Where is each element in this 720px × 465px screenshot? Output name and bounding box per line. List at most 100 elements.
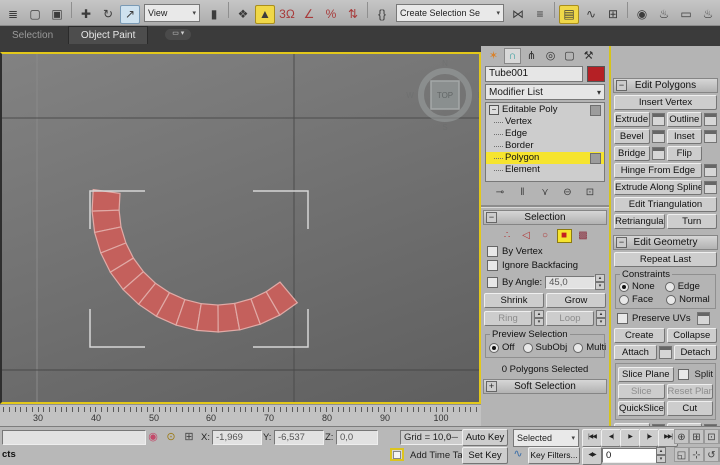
slice-plane-button[interactable]: Slice Plane	[618, 367, 674, 382]
select-and-manipulate-icon[interactable]: ❖	[233, 5, 253, 24]
rendered-frame-window-icon[interactable]: ▭	[676, 5, 696, 24]
key-mode-toggle-button[interactable]: ◀▶	[582, 447, 602, 465]
spinner-snap-icon[interactable]: ⇅	[343, 5, 363, 24]
tab-display[interactable]: ▢	[561, 48, 578, 64]
curve-editor-icon[interactable]: ∿	[581, 5, 601, 24]
hinge-from-edge-button[interactable]: Hinge From Edge	[614, 163, 702, 178]
absolute-offset-toggle-icon[interactable]: ⊞	[181, 430, 197, 445]
ribbon-config-dropdown[interactable]: ▭ ▾	[165, 29, 191, 40]
select-and-move-icon[interactable]: ✚	[76, 5, 96, 24]
inset-button[interactable]: Inset	[667, 129, 703, 144]
edit-geometry-rollout-header[interactable]: − Edit Geometry	[613, 235, 718, 250]
quickslice-button[interactable]: QuickSlice	[618, 401, 665, 416]
y-coordinate-field[interactable]: -6,537	[274, 430, 324, 445]
collapse-icon[interactable]: −	[489, 105, 499, 115]
shrink-button[interactable]: Shrink	[484, 293, 544, 308]
repeat-last-button[interactable]: Repeat Last	[614, 252, 717, 267]
named-selection-set-dropdown[interactable]: Create Selection Se ▾	[396, 4, 504, 22]
selection-rollout-header[interactable]: − Selection	[483, 210, 607, 225]
object-color-swatch[interactable]	[587, 66, 605, 82]
render-setup-icon[interactable]: ♨	[654, 5, 674, 24]
modifier-list-dropdown[interactable]: Modifier List ▾	[485, 84, 605, 100]
detach-button[interactable]: Detach	[674, 345, 717, 360]
orbit-button[interactable]: ↺	[704, 447, 719, 462]
go-to-start-button[interactable]: |◀◀	[582, 429, 602, 447]
select-and-scale-icon[interactable]: ↗	[120, 5, 140, 24]
play-button[interactable]: ▶	[620, 429, 640, 447]
object-name-field[interactable]: Tube001	[485, 66, 583, 82]
time-slider-ruler[interactable]: 30405060708090100	[0, 404, 481, 427]
stack-row-editable-poly[interactable]: − Editable Poly	[486, 104, 604, 116]
remove-modifier-icon[interactable]: ⊖	[560, 186, 576, 200]
stack-row-polygon[interactable]: Polygon	[486, 152, 604, 164]
cut-button[interactable]: Cut	[667, 401, 714, 416]
edit-polygons-rollout-header[interactable]: − Edit Polygons	[613, 78, 718, 93]
select-by-name-icon[interactable]: ≣	[3, 5, 23, 24]
zoom-button[interactable]: ⊕	[674, 429, 689, 444]
vertex-subobject-icon[interactable]: ∴	[500, 229, 515, 243]
constraint-edge-radio[interactable]	[665, 282, 675, 292]
tab-modify[interactable]: ∩	[504, 48, 521, 64]
bridge-button[interactable]: Bridge	[614, 146, 650, 161]
by-angle-spinner[interactable]: ▴▾	[595, 274, 605, 290]
frame-spinner[interactable]: ▴▾	[656, 447, 666, 463]
stack-row-vertex[interactable]: Vertex	[486, 116, 604, 128]
bevel-button[interactable]: Bevel	[614, 129, 650, 144]
use-pivot-point-icon[interactable]: ▮	[204, 5, 224, 24]
set-keys-icon[interactable]: ○─	[444, 430, 460, 445]
stack-row-border[interactable]: Border	[486, 140, 604, 152]
time-tag-icon[interactable]	[390, 448, 404, 461]
configure-modifier-sets-icon[interactable]: ⊡	[582, 186, 598, 200]
tab-motion[interactable]: ◎	[542, 48, 559, 64]
edit-triangulation-button[interactable]: Edit Triangulation	[614, 197, 717, 212]
bridge-settings-button[interactable]	[652, 147, 665, 160]
named-selection-sets-icon[interactable]: {}	[372, 5, 392, 24]
communication-pin-icon[interactable]: ◉	[145, 430, 161, 445]
snaps-toggle-icon[interactable]: 3Ω	[277, 5, 297, 24]
preserve-uvs-settings-button[interactable]	[697, 312, 710, 325]
keyboard-override-icon[interactable]: ▲	[255, 5, 275, 24]
previous-frame-button[interactable]: ◀|	[601, 429, 621, 447]
key-filter-set-dropdown[interactable]: Selected ▾	[513, 429, 579, 447]
collapse-button[interactable]: Collapse	[667, 328, 718, 343]
layer-manager-icon[interactable]: ▤	[559, 5, 579, 24]
attach-settings-button[interactable]	[659, 346, 672, 359]
loop-spinner[interactable]: ▴▾	[596, 310, 606, 326]
viewport-top[interactable]: TOPNESW	[0, 52, 481, 404]
window-crossing-icon[interactable]: ▣	[47, 5, 67, 24]
attach-button[interactable]: Attach	[614, 345, 657, 360]
tab-selection[interactable]: Selection	[0, 27, 65, 44]
tab-create[interactable]: ✶	[485, 48, 502, 64]
percent-snap-icon[interactable]: %	[321, 5, 341, 24]
z-coordinate-field[interactable]: 0,0	[336, 430, 378, 445]
current-frame-field[interactable]: 0	[602, 448, 660, 463]
pin-stack-icon[interactable]: ⊸	[492, 186, 508, 200]
mirror-icon[interactable]: ⋈	[508, 5, 528, 24]
selection-lock-icon[interactable]: ⊙	[163, 430, 179, 445]
element-subobject-icon[interactable]: ▩	[576, 229, 591, 243]
reference-coordinate-dropdown[interactable]: View ▾	[144, 4, 200, 22]
ignore-backfacing-checkbox[interactable]	[487, 260, 498, 271]
render-production-icon[interactable]: ♨	[698, 5, 718, 24]
next-frame-button[interactable]: |▶	[639, 429, 659, 447]
loop-button[interactable]: Loop	[546, 311, 594, 326]
select-and-rotate-icon[interactable]: ↻	[98, 5, 118, 24]
constraint-face-radio[interactable]	[619, 295, 629, 305]
reset-plane-button[interactable]: Reset Plane	[667, 384, 714, 399]
pan-button[interactable]: ⊹	[689, 447, 704, 462]
schematic-view-icon[interactable]: ⊞	[603, 5, 623, 24]
add-time-tag-label[interactable]: Add Time Tag	[410, 450, 468, 461]
by-angle-checkbox[interactable]	[487, 277, 498, 288]
extrude-along-spline-settings-button[interactable]	[704, 181, 717, 194]
slice-button[interactable]: Slice	[618, 384, 665, 399]
by-angle-field[interactable]: 45,0	[545, 276, 595, 289]
soft-selection-rollout-header[interactable]: + Soft Selection	[483, 379, 607, 394]
flip-button[interactable]: Flip	[667, 146, 703, 161]
x-coordinate-field[interactable]: -1,969	[212, 430, 262, 445]
auto-key-button[interactable]: Auto Key	[462, 429, 508, 446]
insert-vertex-button[interactable]: Insert Vertex	[614, 95, 717, 110]
material-editor-icon[interactable]: ◉	[632, 5, 652, 24]
extrude-button[interactable]: Extrude	[614, 112, 650, 127]
turn-button[interactable]: Turn	[667, 214, 718, 229]
polygon-subobject-icon[interactable]: ■	[557, 229, 572, 243]
